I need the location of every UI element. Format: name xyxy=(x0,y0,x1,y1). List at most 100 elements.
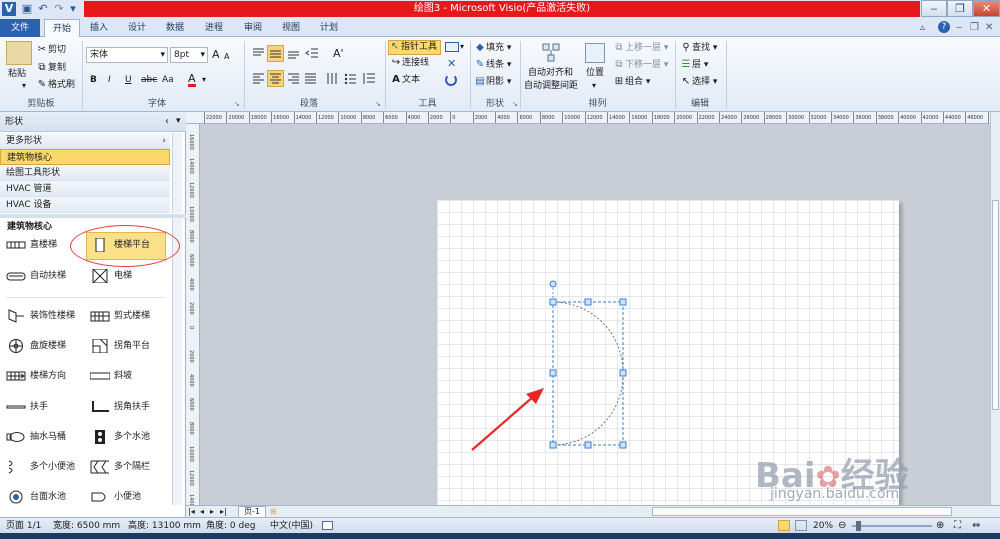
window-restore-icon[interactable]: ❐ xyxy=(970,22,979,33)
shape-stair-direction[interactable]: 楼梯方向 xyxy=(6,367,66,385)
paragraph-spacing-icon[interactable] xyxy=(362,71,377,86)
more-shapes-item[interactable]: 更多形状 › xyxy=(0,133,170,149)
stencil-drawing-tools[interactable]: 绘图工具形状 xyxy=(0,165,170,181)
auto-align-line1[interactable]: 自动对齐和 xyxy=(528,67,573,79)
shape-multiple-sinks[interactable]: 多个水池 xyxy=(90,428,150,446)
zoom-out-icon[interactable]: ⊖ xyxy=(838,518,846,534)
page-number-status[interactable]: 页面 1/1 xyxy=(6,518,41,534)
shape-multiple-partitions[interactable]: 多个隔栏 xyxy=(90,458,150,476)
layer-button[interactable]: ☰ 层 ▾ xyxy=(680,59,709,71)
window-close-icon[interactable]: ✕ xyxy=(985,22,993,33)
position-button[interactable]: 位置 xyxy=(586,67,604,79)
line-button[interactable]: ✎ 线条 ▾ xyxy=(474,59,512,71)
macro-record-icon[interactable] xyxy=(322,521,333,530)
minimize-button[interactable]: ‒ xyxy=(921,0,947,17)
connector-tool-button[interactable]: ↪ 连接线 xyxy=(390,57,429,69)
text-size-icon[interactable]: A' xyxy=(333,48,344,60)
help-icon[interactable]: ? xyxy=(938,21,950,33)
language-status[interactable]: 中文(中国) xyxy=(270,518,313,534)
decrease-indent-icon[interactable] xyxy=(305,46,320,61)
shape-elevator[interactable]: 电梯 xyxy=(90,267,132,285)
shape-decorative-stairs[interactable]: 装饰性楼梯 xyxy=(6,307,75,325)
justify-icon[interactable] xyxy=(303,71,318,86)
zoom-slider-thumb[interactable] xyxy=(856,521,861,531)
position-icon[interactable] xyxy=(585,43,605,63)
shape-tool-dropdown-icon[interactable]: ▾ xyxy=(460,41,464,53)
shape-scissor-stairs[interactable]: 剪式楼梯 xyxy=(90,307,150,325)
zoom-level[interactable]: 20% xyxy=(813,518,833,534)
stencil-hvac-equipment[interactable]: HVAC 设备 xyxy=(0,197,170,213)
redo-icon[interactable]: ↷ xyxy=(52,2,66,16)
align-left-icon[interactable] xyxy=(251,71,266,86)
font-size-select[interactable]: 8pt ▾ xyxy=(170,47,208,63)
send-backward-button[interactable]: ⧉ 下移一层 ▾ xyxy=(613,59,668,71)
tab-process[interactable]: 进程 xyxy=(199,19,229,37)
customize-toolbar-icon[interactable]: ▾ xyxy=(66,2,80,16)
align-right-icon[interactable] xyxy=(286,71,301,86)
stencil-hvac-ducts[interactable]: HVAC 管道 xyxy=(0,181,170,197)
fill-button[interactable]: ◆ 填充 ▾ xyxy=(474,42,511,54)
stair-landing-shape[interactable] xyxy=(540,278,635,453)
panel-menu-icon[interactable]: ▾ xyxy=(176,116,181,126)
connection-point-icon[interactable]: ✕ xyxy=(447,58,456,70)
insert-page-icon[interactable]: ⊞ xyxy=(270,506,277,517)
dialog-launcher-icon[interactable]: ↘ xyxy=(234,98,240,110)
auto-align-icon[interactable] xyxy=(540,42,562,64)
shape-corner-handrail[interactable]: 拐角扶手 xyxy=(90,398,150,416)
save-icon[interactable]: ▣ xyxy=(20,2,34,16)
fit-page-icon[interactable]: ⛶ xyxy=(954,518,961,534)
shapes-scrollbar[interactable] xyxy=(172,218,182,505)
format-painter-button[interactable]: ✎ 格式刷 xyxy=(36,79,75,91)
italic-button[interactable]: I xyxy=(108,74,111,86)
shape-escalator[interactable]: 自动扶梯 xyxy=(6,267,66,285)
tab-plan[interactable]: 计划 xyxy=(314,19,344,37)
scroll-thumb[interactable] xyxy=(992,200,999,410)
minimize-ribbon-icon[interactable]: ▵ xyxy=(920,22,925,33)
dialog-launcher-icon[interactable]: ↘ xyxy=(512,98,518,110)
text-tool-button[interactable]: A 文本 xyxy=(390,74,420,86)
align-top-icon[interactable] xyxy=(251,46,266,61)
panel-collapse-icon[interactable]: ‹ xyxy=(165,116,169,127)
shape-urinal[interactable]: 小便池 xyxy=(90,488,141,506)
shape-spiral-stairs[interactable]: 盘旋楼梯 xyxy=(6,337,66,355)
panel-splitter[interactable] xyxy=(0,214,186,218)
strikethrough-button[interactable]: abc xyxy=(141,74,157,86)
align-center-icon[interactable] xyxy=(267,70,284,87)
shape-countertop-sink[interactable]: 台面水池 xyxy=(6,488,66,506)
shape-ramp[interactable]: 斜坡 xyxy=(90,367,132,385)
paste-icon[interactable] xyxy=(6,41,32,65)
cut-button[interactable]: ✂ 剪切 xyxy=(36,44,66,56)
first-page-icon[interactable]: |◂ xyxy=(188,506,195,517)
pan-zoom-icon[interactable]: ⇔ xyxy=(972,518,980,534)
copy-button[interactable]: ⧉ 复制 xyxy=(36,62,66,74)
tab-file[interactable]: 文件 xyxy=(0,19,40,37)
group-button[interactable]: ⊞ 组合 ▾ xyxy=(613,76,651,88)
pointer-tool-button[interactable]: ↖ 指针工具 xyxy=(388,40,441,55)
tab-data[interactable]: 数据 xyxy=(160,19,190,37)
paste-button[interactable]: 粘贴 xyxy=(8,68,26,80)
position-dropdown-icon[interactable]: ▾ xyxy=(592,80,596,92)
dialog-launcher-icon[interactable]: ↘ xyxy=(375,98,381,110)
bold-button[interactable]: B xyxy=(90,74,97,86)
shape-multiple-urinals[interactable]: 多个小便池 xyxy=(6,458,75,476)
horizontal-scrollbar[interactable] xyxy=(652,507,952,516)
stencil-building-core[interactable]: 建筑物核心 xyxy=(0,149,170,165)
last-page-icon[interactable]: ▸| xyxy=(220,506,227,517)
stencil-list-scrollbar[interactable] xyxy=(172,133,182,213)
prev-page-icon[interactable]: ◂ xyxy=(200,506,204,517)
font-color-icon[interactable]: A xyxy=(188,73,196,87)
zoom-slider[interactable] xyxy=(852,525,932,527)
shape-stair-landing[interactable]: 楼梯平台 xyxy=(90,236,150,254)
auto-align-line2[interactable]: 自动调整间距 xyxy=(524,80,578,92)
text-direction-icon[interactable] xyxy=(325,71,340,86)
zoom-in-icon[interactable]: ⊕ xyxy=(936,518,944,534)
shrink-font-icon[interactable]: A xyxy=(224,51,229,63)
shape-toilet[interactable]: 抽水马桶 xyxy=(6,428,66,446)
tab-home[interactable]: 开始 xyxy=(44,19,80,38)
grow-font-icon[interactable]: A xyxy=(212,49,220,61)
font-name-select[interactable]: 宋体 ▾ xyxy=(86,47,168,63)
find-button[interactable]: ⚲ 查找 ▾ xyxy=(680,42,717,54)
tab-view[interactable]: 视图 xyxy=(276,19,306,37)
shape-straight-stairs[interactable]: 直楼梯 xyxy=(6,236,57,254)
restore-button[interactable]: ❐ xyxy=(947,0,973,17)
